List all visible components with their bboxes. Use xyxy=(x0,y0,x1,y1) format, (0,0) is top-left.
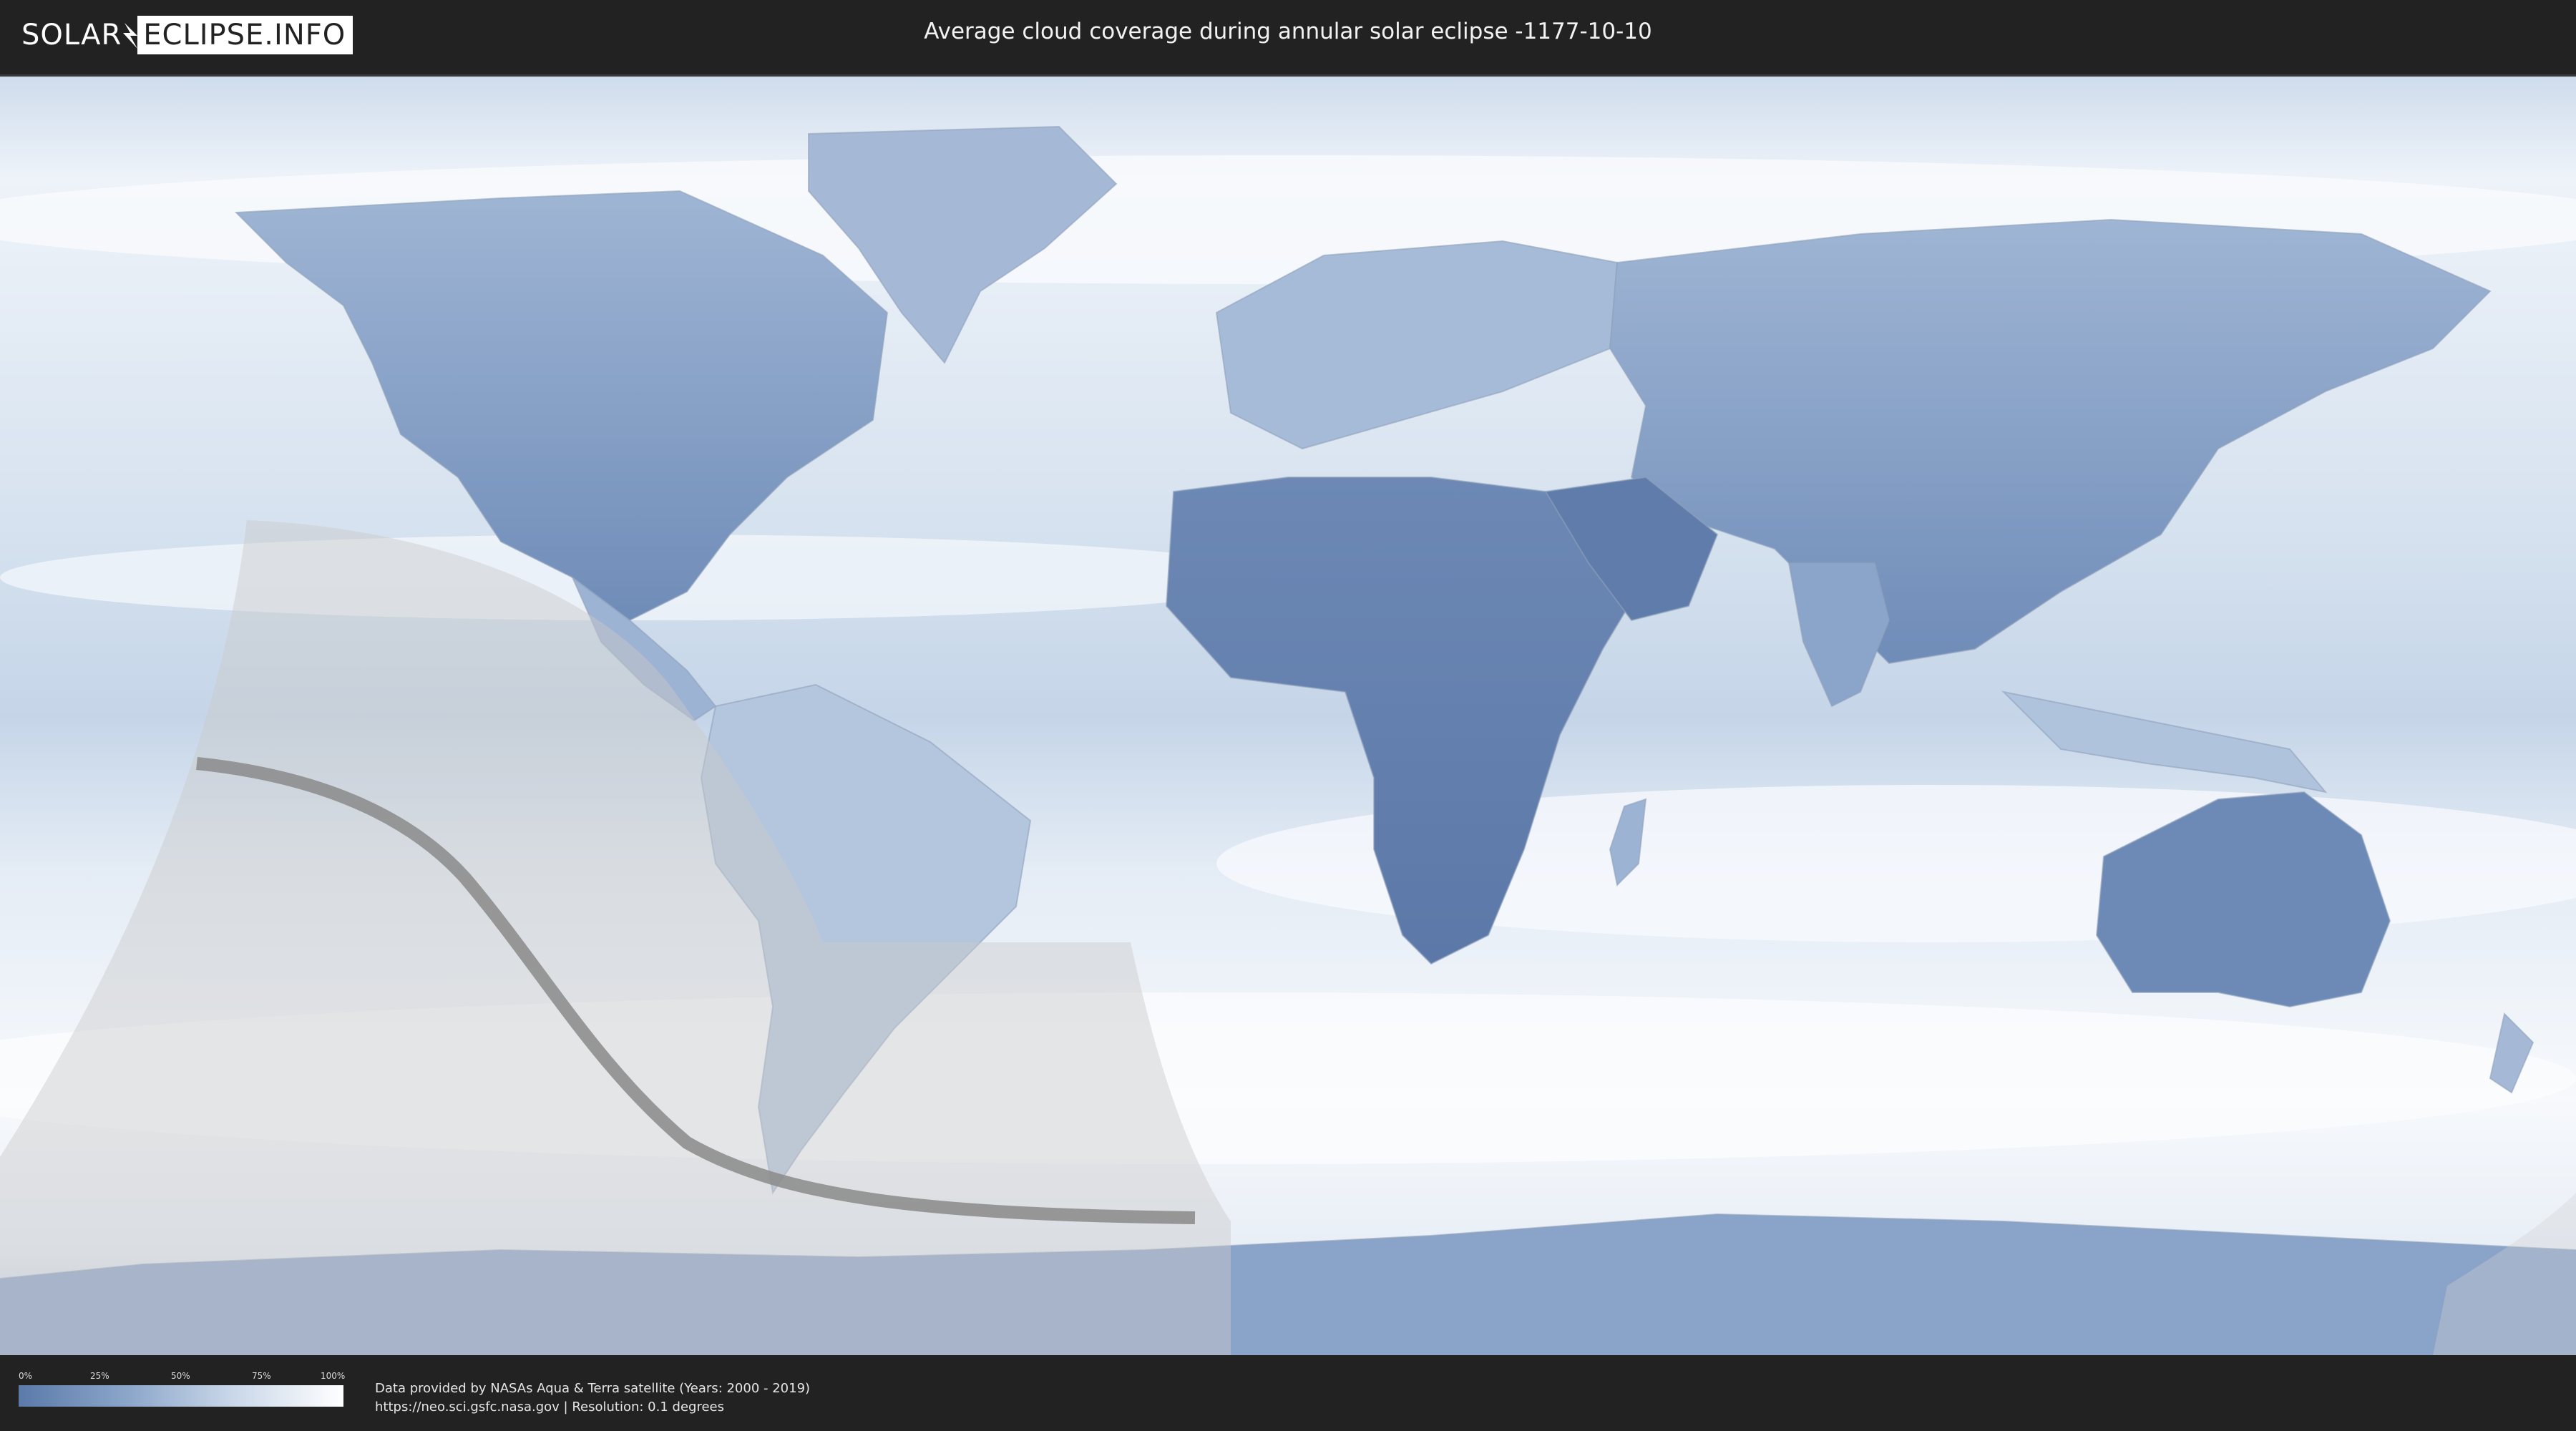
legend-tick: 0% xyxy=(19,1371,33,1381)
cloud-coverage-legend: 0% 25% 50% 75% 100% xyxy=(19,1371,346,1407)
map-canvas xyxy=(0,77,2576,1355)
credit-line-1: Data provided by NASAs Aqua & Terra sate… xyxy=(375,1381,811,1396)
footer-bar: 0% 25% 50% 75% 100% Data provided by NAS… xyxy=(0,1357,2576,1431)
legend-tick: 25% xyxy=(90,1371,109,1381)
credit-line-2[interactable]: https://neo.sci.gsfc.nasa.gov | Resoluti… xyxy=(375,1398,810,1417)
cloud-coverage-map[interactable] xyxy=(0,74,2576,1355)
page-title: Average cloud coverage during annular so… xyxy=(924,19,1652,44)
legend-tick: 75% xyxy=(252,1371,271,1381)
header-bar: SOLAR ECLIPSE.INFO Average cloud coverag… xyxy=(0,0,2576,72)
legend-tick-labels: 0% 25% 50% 75% 100% xyxy=(19,1371,346,1385)
legend-tick: 50% xyxy=(171,1371,190,1381)
legend-tick: 100% xyxy=(321,1371,346,1381)
data-credits: Data provided by NASAs Aqua & Terra sate… xyxy=(375,1379,810,1417)
legend-gradient-bar xyxy=(19,1385,343,1407)
